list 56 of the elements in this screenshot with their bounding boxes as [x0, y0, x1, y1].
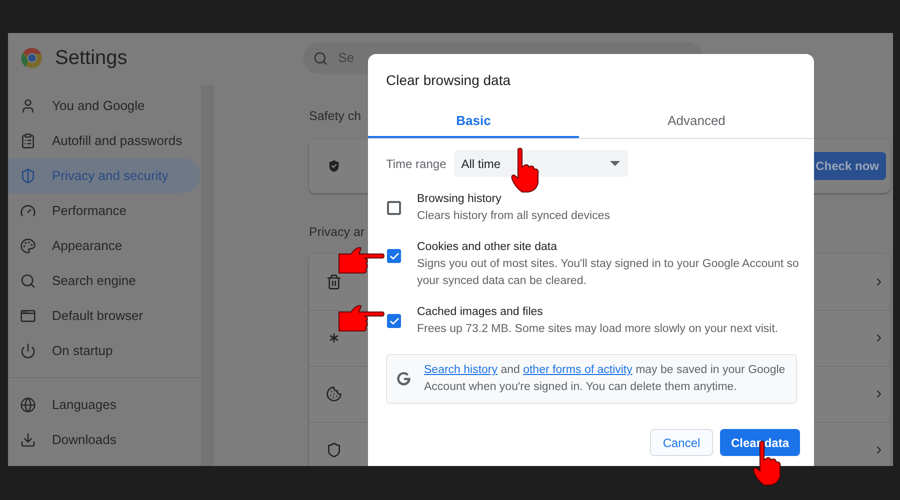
option-title: Cached images and files [417, 305, 544, 320]
google-g-icon [396, 371, 412, 387]
sidebar-item[interactable]: Search engine [8, 263, 200, 298]
text-link[interactable]: other forms of activity [523, 364, 632, 376]
notice-text: Search history and other forms of activity may be saved in your Google Account when you're signed in. You can delete them anytime. [424, 363, 786, 395]
shield-check-icon [326, 158, 342, 174]
sidebar-item[interactable]: You and Google [8, 88, 200, 123]
dialog-tab[interactable]: Advanced [579, 105, 814, 138]
checkbox[interactable] [387, 201, 401, 215]
sidebar-item[interactable]: Downloads [8, 422, 200, 457]
time-range-dropdown[interactable]: All time [454, 150, 628, 177]
shield-icon [326, 442, 342, 458]
person-icon [20, 98, 36, 114]
sidebar-item[interactable]: Default browser [8, 298, 200, 333]
option-title: Cookies and other site data [417, 240, 558, 255]
gauge-icon [20, 202, 36, 218]
hand-pointer-icon [337, 246, 385, 274]
clear-data-button[interactable]: Clear data [720, 429, 800, 456]
sidebar-item[interactable]: Autofill and passwords [8, 123, 200, 158]
search-icon [313, 50, 328, 66]
power-icon [20, 342, 36, 358]
checkbox[interactable] [387, 249, 401, 263]
trash-icon [326, 274, 342, 290]
sidebar-item[interactable]: Privacy and security [8, 158, 200, 193]
cookie-icon [326, 386, 342, 402]
dialog-tab[interactable]: Basic [368, 105, 579, 138]
search-icon [20, 272, 36, 288]
hand-pointer-icon [510, 147, 540, 193]
option-description: Clears history from all synced devices [417, 209, 612, 224]
download-icon [20, 432, 36, 448]
section-heading: Privacy ar [309, 224, 365, 241]
sidebar-item[interactable]: Appearance [8, 228, 200, 263]
check-icon [388, 250, 400, 262]
shield-icon [20, 168, 36, 184]
sidebar-item[interactable]: On startup [8, 333, 200, 368]
browser-window-icon [20, 308, 36, 324]
option-title: Browsing history [417, 192, 502, 207]
dialog-title: Clear browsing data [386, 71, 512, 90]
sidebar-item[interactable]: Languages [8, 387, 200, 422]
hand-pointer-icon [337, 304, 385, 332]
time-range-label: Time range [386, 156, 446, 172]
globe-icon [20, 396, 36, 412]
cancel-button[interactable]: Cancel [650, 429, 713, 456]
option-description: Frees up 73.2 MB. Some sites may load more slowly on your next visit. [417, 322, 780, 337]
clipboard-icon [20, 132, 36, 148]
sidebar-item[interactable]: Performance [8, 193, 200, 228]
dropdown-caret-icon [610, 161, 620, 166]
section-heading: Safety ch [309, 108, 362, 125]
window-title: Settings [55, 46, 128, 71]
scrollbar[interactable] [201, 85, 214, 466]
checkbox[interactable] [387, 314, 401, 328]
check-icon [388, 316, 400, 326]
browser-logo-icon [21, 47, 43, 69]
option-description: Signs you out of most sites. You'll stay signed in to your Google Account so your synced data can be cleared. [417, 257, 800, 289]
palette-icon [20, 238, 36, 254]
text-link[interactable]: Search history [424, 364, 498, 376]
